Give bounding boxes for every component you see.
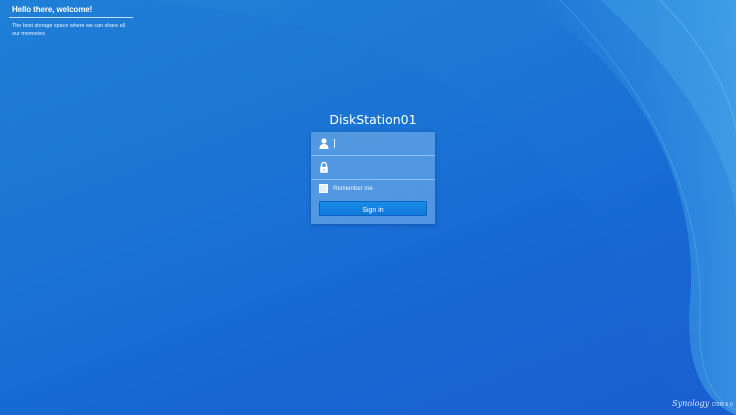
username-row [311,132,435,156]
welcome-title: Hello there, welcome! [12,5,93,14]
welcome-subtitle: The best storage space where we can shar… [12,23,125,37]
password-row [311,156,435,180]
remember-me-checkbox[interactable] [319,184,328,193]
sign-in-button[interactable]: Sign in [319,201,427,216]
brand-footer: Synology DSM 6.0 [672,399,733,408]
dsm-version: DSM 6.0 [712,402,733,408]
welcome-divider [9,17,133,18]
login-panel: Remember me Sign in [311,132,435,224]
remember-me[interactable]: Remember me [319,184,373,193]
text-cursor [334,139,335,148]
synology-logo: Synology [672,399,710,408]
server-name: DiskStation01 [329,112,417,127]
remember-me-label: Remember me [333,185,373,192]
user-icon [319,138,329,149]
lock-icon [320,162,328,173]
username-input[interactable] [333,136,429,151]
welcome-banner: Hello there, welcome! The best storage s… [9,5,133,38]
password-input[interactable] [333,160,429,175]
